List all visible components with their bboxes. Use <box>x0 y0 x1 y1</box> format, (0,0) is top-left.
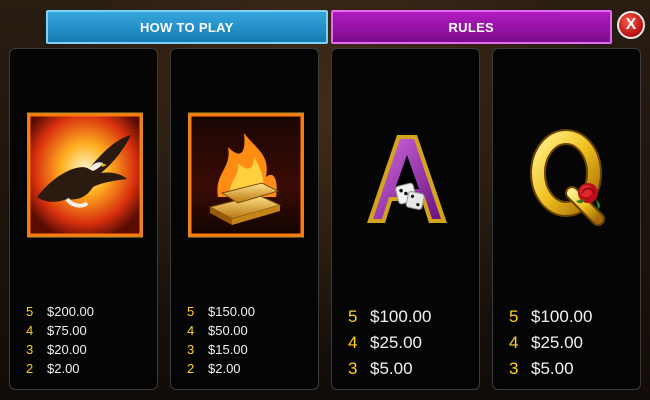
paytable-panel-eagle: 5 $200.00 4 $75.00 3 $20.00 2 $2.00 <box>9 48 158 390</box>
pay-count: 3 <box>26 342 34 357</box>
queen-rose-icon <box>530 129 605 226</box>
pay-count: 3 <box>187 342 195 357</box>
eagle-icon <box>27 112 143 238</box>
pay-count: 2 <box>26 361 34 376</box>
pay-row: 2 $2.00 <box>26 359 94 378</box>
pay-row: 5 $100.00 <box>348 304 431 330</box>
tab-how-to-play[interactable]: HOW TO PLAY <box>46 10 328 44</box>
pay-count: 2 <box>187 361 195 376</box>
pay-amount: $5.00 <box>531 359 574 378</box>
pay-row: 3 $20.00 <box>26 340 94 359</box>
pay-count: 4 <box>348 333 358 352</box>
pay-amount: $50.00 <box>208 323 248 338</box>
pay-count: 5 <box>187 304 195 319</box>
pay-row: 3 $5.00 <box>348 356 431 382</box>
paytable-panel-queen: 5 $100.00 4 $25.00 3 $5.00 <box>492 48 641 390</box>
pay-amount: $75.00 <box>47 323 87 338</box>
pay-row: 5 $150.00 <box>187 302 255 321</box>
pay-amount: $100.00 <box>370 307 432 326</box>
pay-count: 3 <box>509 359 519 378</box>
pay-amount: $25.00 <box>531 333 583 352</box>
pay-row: 5 $100.00 <box>509 304 592 330</box>
pay-row: 2 $2.00 <box>187 359 255 378</box>
pay-amount: $100.00 <box>531 307 593 326</box>
pay-amount: $20.00 <box>47 342 87 357</box>
close-button[interactable]: X <box>617 11 645 39</box>
gold-bars-fire-icon <box>188 112 304 238</box>
paytable-queen: 5 $100.00 4 $25.00 3 $5.00 <box>509 304 592 382</box>
tab-rules[interactable]: RULES <box>330 10 612 44</box>
pay-count: 5 <box>348 307 358 326</box>
pay-amount: $2.00 <box>47 361 80 376</box>
pay-count: 5 <box>509 307 519 326</box>
paytable-ace: 5 $100.00 4 $25.00 3 $5.00 <box>348 304 431 382</box>
close-icon: X <box>625 16 637 33</box>
pay-amount: $25.00 <box>370 333 422 352</box>
pay-row: 3 $15.00 <box>187 340 255 359</box>
pay-row: 3 $5.00 <box>509 356 592 382</box>
tab-bar: HOW TO PLAY RULES <box>46 10 612 44</box>
pay-row: 4 $25.00 <box>348 330 431 356</box>
pay-amount: $5.00 <box>370 359 413 378</box>
pay-amount: $150.00 <box>208 304 255 319</box>
pay-row: 4 $25.00 <box>509 330 592 356</box>
pay-amount: $15.00 <box>208 342 248 357</box>
pay-row: 5 $200.00 <box>26 302 94 321</box>
pay-count: 3 <box>348 359 358 378</box>
paytable-gold-bars: 5 $150.00 4 $50.00 3 $15.00 2 $2.00 <box>187 302 255 378</box>
pay-count: 4 <box>509 333 519 352</box>
pay-row: 4 $75.00 <box>26 321 94 340</box>
paytable-eagle: 5 $200.00 4 $75.00 3 $20.00 2 $2.00 <box>26 302 94 378</box>
pay-count: 5 <box>26 304 34 319</box>
pay-amount: $2.00 <box>208 361 241 376</box>
pay-count: 4 <box>187 323 195 338</box>
paytable-panel-ace: 5 $100.00 4 $25.00 3 $5.00 <box>331 48 480 390</box>
pay-amount: $200.00 <box>47 304 94 319</box>
pay-row: 4 $50.00 <box>187 321 255 340</box>
paytable-panel-gold-bars: 5 $150.00 4 $50.00 3 $15.00 2 $2.00 <box>170 48 319 390</box>
pay-count: 4 <box>26 323 34 338</box>
ace-dice-icon <box>367 135 447 223</box>
